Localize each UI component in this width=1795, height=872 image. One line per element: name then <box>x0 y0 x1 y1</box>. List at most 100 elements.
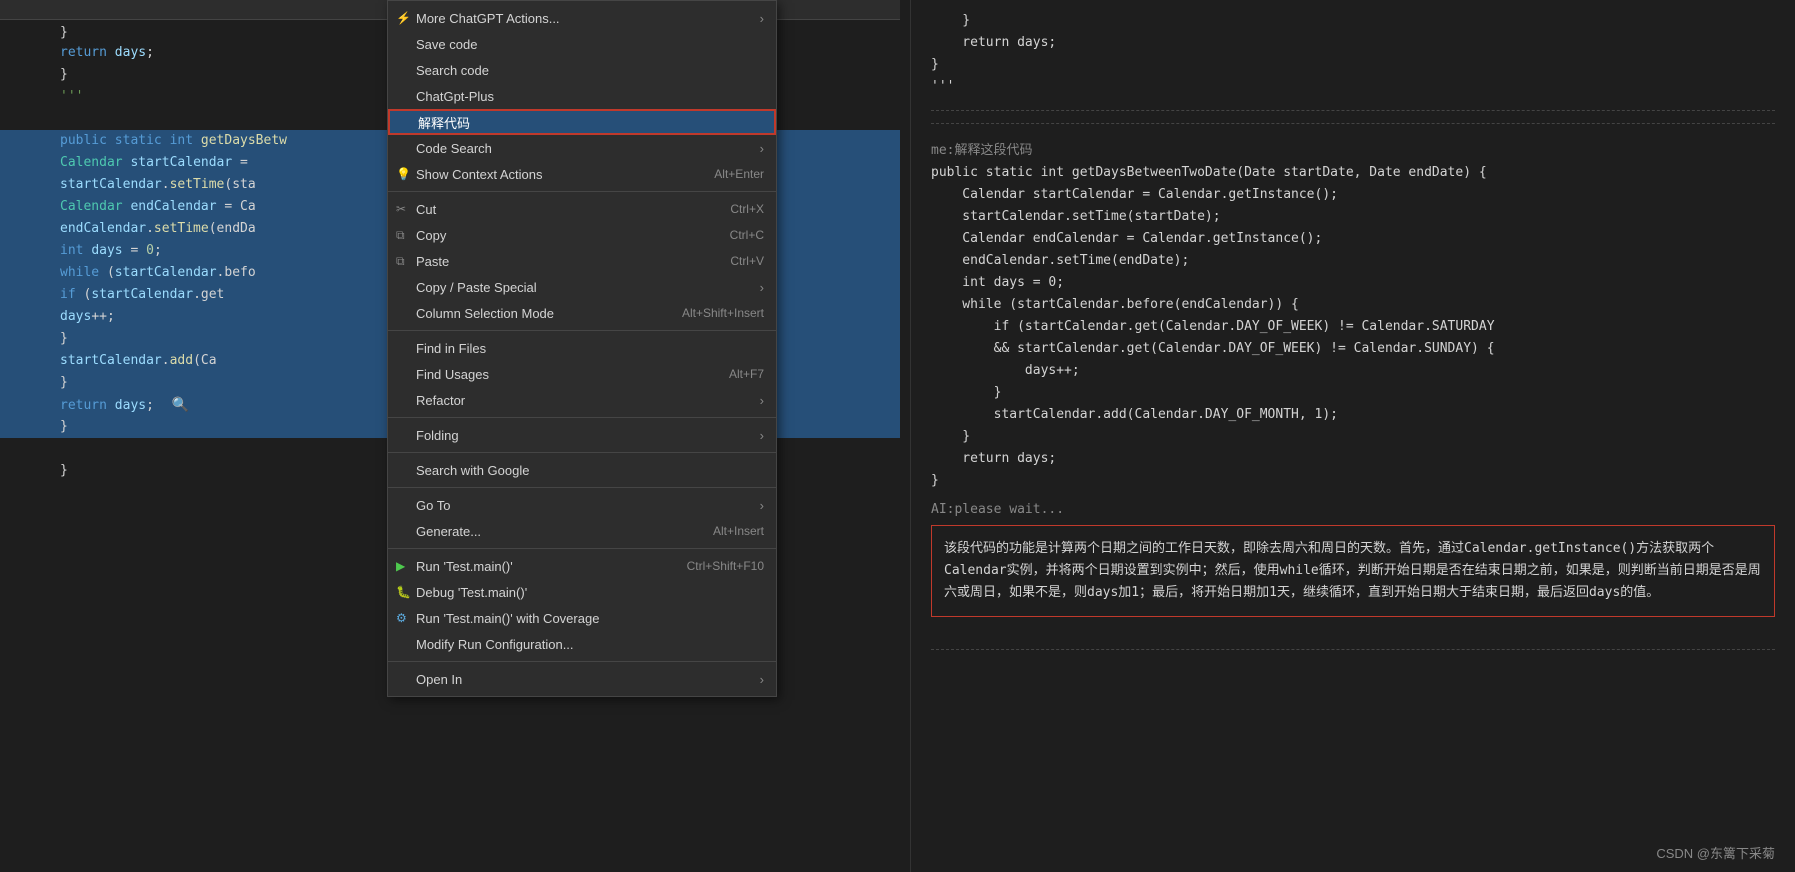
chat-code-content: while (startCalendar.before(endCalendar)… <box>931 294 1775 316</box>
copy-icon: ⧉ <box>396 228 405 243</box>
shortcut-label: Alt+Insert <box>713 524 764 538</box>
chat-code-content: endCalendar.setTime(endDate); <box>931 250 1775 272</box>
menu-label: Debug 'Test.main()' <box>416 585 527 600</box>
menu-label: Run 'Test.main()' with Coverage <box>416 611 599 626</box>
arrow-icon: › <box>760 141 764 156</box>
chat-code-content: if (startCalendar.get(Calendar.DAY_OF_WE… <box>931 316 1775 338</box>
menu-divider <box>388 417 776 418</box>
menu-item-column-selection[interactable]: Column Selection Mode Alt+Shift+Insert <box>388 300 776 326</box>
chatgpt-icon: ⚡ <box>396 11 411 25</box>
menu-item-explain-code[interactable]: 解释代码 <box>388 109 776 135</box>
cut-icon: ✂ <box>396 202 406 216</box>
menu-label: Code Search <box>416 141 492 156</box>
menu-label: Copy <box>416 228 446 243</box>
arrow-icon: › <box>760 280 764 295</box>
chat-code-content: public static int getDaysBetweenTwoDate(… <box>931 162 1775 184</box>
menu-item-refactor[interactable]: Refactor › <box>388 387 776 413</box>
menu-label: Find in Files <box>416 341 486 356</box>
shortcut-label: Alt+F7 <box>729 367 764 381</box>
menu-label: Cut <box>416 202 436 217</box>
arrow-icon: › <box>760 672 764 687</box>
chat-code-content: me:解释这段代码 <box>931 140 1775 162</box>
arrow-icon: › <box>760 498 764 513</box>
menu-item-generate[interactable]: Generate... Alt+Insert <box>388 518 776 544</box>
menu-item-cut[interactable]: ✂ Cut Ctrl+X <box>388 196 776 222</box>
chat-code-content: } <box>931 426 1775 448</box>
menu-item-more-chatgpt[interactable]: ⚡ More ChatGPT Actions... › <box>388 5 776 31</box>
shortcut-label: Ctrl+Shift+F10 <box>687 559 764 573</box>
menu-item-code-search[interactable]: Code Search › <box>388 135 776 161</box>
chat-code-content: Calendar endCalendar = Calendar.getInsta… <box>931 228 1775 250</box>
run-icon: ▶ <box>396 559 405 573</box>
menu-label: Go To <box>416 498 450 513</box>
menu-item-run-test[interactable]: ▶ Run 'Test.main()' Ctrl+Shift+F10 <box>388 553 776 579</box>
shortcut-label: Ctrl+X <box>730 202 764 216</box>
lightbulb-icon: 💡 <box>396 167 411 181</box>
menu-item-show-context[interactable]: 💡 Show Context Actions Alt+Enter <box>388 161 776 187</box>
menu-label: Column Selection Mode <box>416 306 554 321</box>
chat-panel: } return days; } ''' me:解释这段代码 public st… <box>910 0 1795 872</box>
menu-divider <box>388 452 776 453</box>
menu-item-save-code[interactable]: Save code <box>388 31 776 57</box>
menu-label: Save code <box>416 37 477 52</box>
menu-label: Folding <box>416 428 459 443</box>
menu-item-copy-paste-special[interactable]: Copy / Paste Special › <box>388 274 776 300</box>
shortcut-label: Ctrl+C <box>730 228 764 242</box>
menu-label: 解释代码 <box>418 113 470 132</box>
menu-item-folding[interactable]: Folding › <box>388 422 776 448</box>
menu-label: Search code <box>416 63 489 78</box>
menu-divider <box>388 191 776 192</box>
chat-code-content: } <box>931 382 1775 404</box>
menu-item-chatgpt-plus[interactable]: ChatGpt-Plus <box>388 83 776 109</box>
menu-divider <box>388 548 776 549</box>
menu-item-search-code[interactable]: Search code <box>388 57 776 83</box>
shortcut-label: Alt+Shift+Insert <box>682 306 764 320</box>
chat-bottom-divider <box>931 649 1775 650</box>
arrow-icon: › <box>760 393 764 408</box>
chat-section-divider <box>931 123 1775 132</box>
menu-item-go-to[interactable]: Go To › <box>388 492 776 518</box>
coverage-icon: ⚙ <box>396 611 407 625</box>
context-menu: ⚡ More ChatGPT Actions... › Save code Se… <box>387 0 777 697</box>
menu-divider <box>388 330 776 331</box>
arrow-icon: › <box>760 11 764 26</box>
menu-label: Generate... <box>416 524 481 539</box>
chat-code-content: startCalendar.add(Calendar.DAY_OF_MONTH,… <box>931 404 1775 426</box>
chat-code-content: days++; <box>931 360 1775 382</box>
chat-code-content: } <box>931 470 1775 492</box>
menu-item-paste[interactable]: ⧉ Paste Ctrl+V <box>388 248 776 274</box>
menu-label: Run 'Test.main()' <box>416 559 513 574</box>
watermark: CSDN @东篱下采菊 <box>1656 843 1775 862</box>
debug-icon: 🐛 <box>396 585 411 599</box>
menu-label: Modify Run Configuration... <box>416 637 574 652</box>
menu-label: Open In <box>416 672 462 687</box>
menu-divider <box>388 661 776 662</box>
chat-code-content: && startCalendar.get(Calendar.DAY_OF_WEE… <box>931 338 1775 360</box>
chat-divider <box>931 110 1775 111</box>
menu-item-find-usages[interactable]: Find Usages Alt+F7 <box>388 361 776 387</box>
chat-code-display: } return days; } ''' <box>931 10 1775 98</box>
search-icon: 🔍 <box>172 397 189 413</box>
ai-waiting-label: AI:please wait... <box>931 502 1775 517</box>
menu-item-run-coverage[interactable]: ⚙ Run 'Test.main()' with Coverage <box>388 605 776 631</box>
menu-divider <box>388 487 776 488</box>
chat-code-content: startCalendar.setTime(startDate); <box>931 206 1775 228</box>
shortcut-label: Ctrl+V <box>730 254 764 268</box>
menu-item-open-in[interactable]: Open In › <box>388 666 776 692</box>
menu-item-copy[interactable]: ⧉ Copy Ctrl+C <box>388 222 776 248</box>
menu-label: Refactor <box>416 393 465 408</box>
menu-label: Find Usages <box>416 367 489 382</box>
menu-label: Search with Google <box>416 463 529 478</box>
menu-item-find-in-files[interactable]: Find in Files <box>388 335 776 361</box>
menu-item-debug-test[interactable]: 🐛 Debug 'Test.main()' <box>388 579 776 605</box>
shortcut-label: Alt+Enter <box>714 167 764 181</box>
menu-item-modify-run[interactable]: Modify Run Configuration... <box>388 631 776 657</box>
chat-code-content: int days = 0; <box>931 272 1775 294</box>
menu-label: Show Context Actions <box>416 167 542 182</box>
menu-label: ChatGpt-Plus <box>416 89 494 104</box>
chat-code-content: Calendar startCalendar = Calendar.getIns… <box>931 184 1775 206</box>
ai-response-text: 该段代码的功能是计算两个日期之间的工作日天数，即除去周六和周日的天数。首先，通过… <box>944 541 1761 600</box>
ai-response-box: 该段代码的功能是计算两个日期之间的工作日天数，即除去周六和周日的天数。首先，通过… <box>931 525 1775 617</box>
menu-item-search-google[interactable]: Search with Google <box>388 457 776 483</box>
chat-code-content: return days; <box>931 448 1775 470</box>
